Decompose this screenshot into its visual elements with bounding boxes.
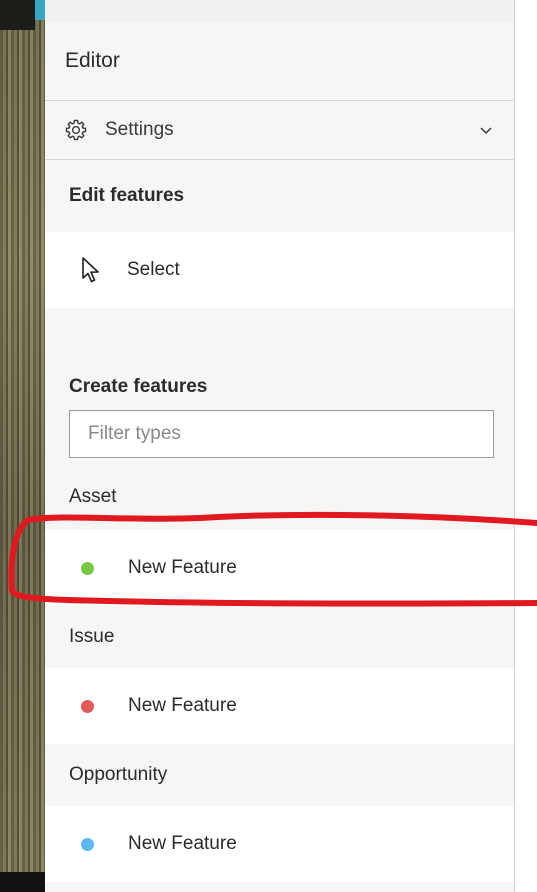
group-label-issue: Issue <box>69 626 115 647</box>
create-features-heading: Create features <box>69 376 208 397</box>
editor-panel: Editor Settings Edit features Select Cre… <box>45 0 515 892</box>
feature-label: New Feature <box>128 833 237 854</box>
blue-dot-icon <box>81 837 94 851</box>
settings-toggle[interactable]: Settings <box>45 100 514 160</box>
map-accent-bar <box>35 0 45 20</box>
green-dot-icon <box>81 561 94 575</box>
select-tool-button[interactable]: Select <box>45 232 514 308</box>
settings-label: Settings <box>105 119 174 140</box>
feature-label: New Feature <box>128 557 237 578</box>
filter-wrapper <box>45 410 514 464</box>
map-bottom-bar <box>0 872 45 892</box>
group-label-opportunity: Opportunity <box>69 764 168 785</box>
chevron-down-icon <box>476 120 496 140</box>
gear-icon <box>63 117 89 143</box>
group-label-asset: Asset <box>69 486 117 507</box>
panel-title: Editor <box>65 49 120 72</box>
panel-top-strip <box>45 0 514 22</box>
screen: Editor Settings Edit features Select Cre… <box>0 0 537 892</box>
feature-template-opportunity[interactable]: New Feature <box>45 806 514 882</box>
cursor-arrow-icon <box>79 255 103 285</box>
map-view[interactable] <box>0 0 45 892</box>
feature-label: New Feature <box>128 695 237 716</box>
select-label: Select <box>127 259 180 280</box>
red-dot-icon <box>81 699 94 713</box>
edit-features-heading: Edit features <box>69 185 185 206</box>
feature-template-asset[interactable]: New Feature <box>45 530 514 606</box>
filter-types-input[interactable] <box>69 410 494 458</box>
map-corner-dark <box>0 0 35 30</box>
feature-template-issue[interactable]: New Feature <box>45 668 514 744</box>
